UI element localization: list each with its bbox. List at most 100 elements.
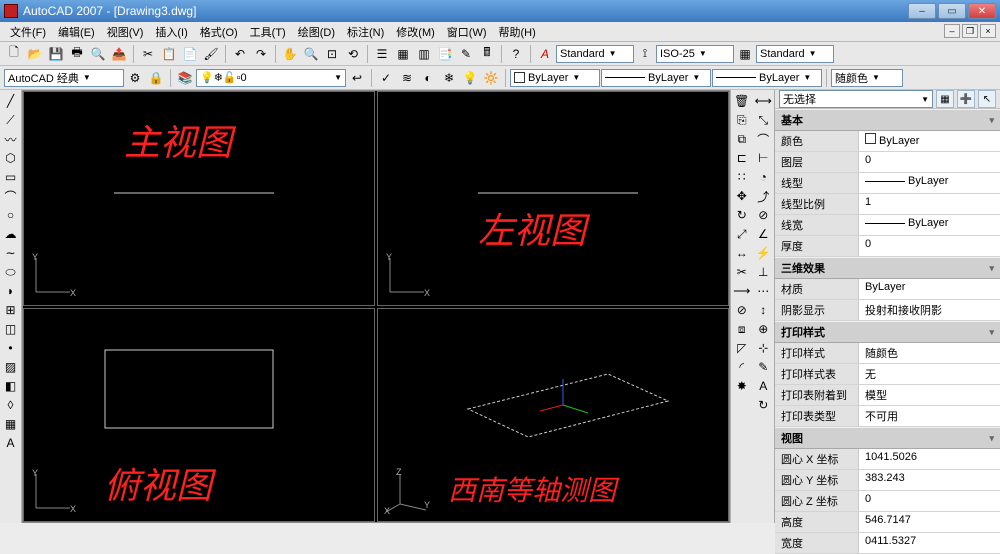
workspace-settings-icon[interactable]: ⚙ (125, 68, 145, 88)
undo-icon[interactable]: ↶ (230, 44, 250, 64)
doc-close-button[interactable]: × (980, 24, 996, 38)
close-button[interactable]: ✕ (968, 3, 996, 19)
menu-insert[interactable]: 插入(I) (149, 22, 193, 42)
save-icon[interactable]: 💾 (46, 44, 66, 64)
layeriso-icon[interactable]: ◐ (418, 68, 438, 88)
prop-linescale-value[interactable]: 1 (859, 194, 1000, 214)
layeron-icon[interactable]: 🔆 (481, 68, 501, 88)
section-basic[interactable]: 基本▾ (775, 109, 1000, 131)
makeblock-icon[interactable]: ◫ (2, 320, 20, 338)
copy-obj-icon[interactable]: ⎘ (733, 111, 751, 129)
prop-thickness-value[interactable]: 0 (859, 236, 1000, 256)
color-combo[interactable]: ByLayer▼ (510, 69, 600, 87)
prop-width-value[interactable]: 0411.5327 (859, 533, 1000, 553)
insert-icon[interactable]: ⊞ (2, 301, 20, 319)
cut-icon[interactable]: ✂ (138, 44, 158, 64)
help-icon[interactable]: ? (506, 44, 526, 64)
dimdia-icon[interactable]: ⊘ (754, 206, 772, 224)
section-3d[interactable]: 三维效果▾ (775, 257, 1000, 279)
menu-dimension[interactable]: 标注(N) (341, 22, 390, 42)
open-icon[interactable]: 📂 (25, 44, 45, 64)
dimrad-icon[interactable]: ◔ (754, 168, 772, 186)
plot-icon[interactable]: 🖶 (67, 44, 87, 64)
fillet-icon[interactable]: ◜ (733, 358, 751, 376)
menu-draw[interactable]: 绘图(D) (292, 22, 341, 42)
properties-icon[interactable]: ☰ (372, 44, 392, 64)
makecurrent-icon[interactable]: ✓ (376, 68, 396, 88)
ellipsearc-icon[interactable]: ◗ (2, 282, 20, 300)
section-view[interactable]: 视图▾ (775, 427, 1000, 449)
section-plot[interactable]: 打印样式▾ (775, 321, 1000, 343)
menu-tools[interactable]: 工具(T) (244, 22, 292, 42)
viewport-bottom-right[interactable]: 西南等轴测图 ZYX (377, 308, 729, 523)
dimjog-icon[interactable]: ⤴ (754, 187, 772, 205)
prop-layer-value[interactable]: 0 (859, 152, 1000, 172)
line-icon[interactable]: ╱ (2, 92, 20, 110)
layeroff-icon[interactable]: 💡 (460, 68, 480, 88)
prop-centerz-value[interactable]: 0 (859, 491, 1000, 511)
maximize-button[interactable]: ▭ (938, 3, 966, 19)
dimspace-icon[interactable]: ↕ (754, 301, 772, 319)
viewport-top-left[interactable]: 主视图 YX (23, 91, 375, 306)
mtext-icon[interactable]: A (2, 434, 20, 452)
textstyle-icon[interactable]: A (535, 44, 555, 64)
new-icon[interactable]: 🗋 (4, 44, 24, 64)
stretch-icon[interactable]: ↔ (733, 244, 751, 262)
point-icon[interactable]: • (2, 339, 20, 357)
dimstyle-icon[interactable]: ⟟ (635, 44, 655, 64)
tolerance-icon[interactable]: ⊕ (754, 320, 772, 338)
layer-prev-icon[interactable]: ↩ (347, 68, 367, 88)
zoom-icon[interactable]: 🔍 (301, 44, 321, 64)
menu-format[interactable]: 格式(O) (194, 22, 244, 42)
dimlinear-icon[interactable]: ⟷ (754, 92, 772, 110)
menu-help[interactable]: 帮助(H) (493, 22, 542, 42)
explode-icon[interactable]: ✸ (733, 377, 751, 395)
linetype-combo[interactable]: ByLayer▼ (601, 69, 711, 87)
menu-window[interactable]: 窗口(W) (441, 22, 493, 42)
layer-combo[interactable]: 💡❄🔓▫ 0▼ (196, 69, 346, 87)
prop-linetype-value[interactable]: ByLayer (859, 173, 1000, 193)
selection-combo[interactable]: 无选择▼ (779, 90, 933, 108)
prop-plottype-value[interactable]: 不可用 (859, 406, 1000, 426)
chamfer-icon[interactable]: ◸ (733, 339, 751, 357)
prop-shadow-value[interactable]: 投射和接收阴影 (859, 300, 1000, 320)
dimalign-icon[interactable]: ⤡ (754, 111, 772, 129)
polyline-icon[interactable]: 〰 (2, 130, 20, 148)
prop-centerx-value[interactable]: 1041.5026 (859, 449, 1000, 469)
dimbase-icon[interactable]: ⊥ (754, 263, 772, 281)
toolpal-icon[interactable]: ▥ (414, 44, 434, 64)
selectobj-icon[interactable]: ↖ (978, 90, 996, 108)
layerprops-icon[interactable]: 📚 (175, 68, 195, 88)
pan-icon[interactable]: ✋ (280, 44, 300, 64)
dimquick-icon[interactable]: ⚡ (754, 244, 772, 262)
array-icon[interactable]: ∷ (733, 168, 751, 186)
plotstyle-combo[interactable]: 随颜色▼ (831, 69, 903, 87)
doc-restore-button[interactable]: ❐ (962, 24, 978, 38)
preview-icon[interactable]: 🔍 (88, 44, 108, 64)
pickadd-icon[interactable]: ➕ (957, 90, 975, 108)
tablestyle-icon[interactable]: ▦ (735, 44, 755, 64)
redo-icon[interactable]: ↷ (251, 44, 271, 64)
join-icon[interactable]: ⧈ (733, 320, 751, 338)
rotate-icon[interactable]: ↻ (733, 206, 751, 224)
prop-material-value[interactable]: ByLayer (859, 279, 1000, 299)
menu-view[interactable]: 视图(V) (101, 22, 150, 42)
mirror-icon[interactable]: ⧉ (733, 130, 751, 148)
polygon-icon[interactable]: ⬡ (2, 149, 20, 167)
layerfreeze-icon[interactable]: ❄ (439, 68, 459, 88)
dimarc-icon[interactable]: ⌒ (754, 130, 772, 148)
minimize-button[interactable]: – (908, 3, 936, 19)
offset-icon[interactable]: ⊏ (733, 149, 751, 167)
viewport-top-right[interactable]: 左视图 YX (377, 91, 729, 306)
prop-plottable-value[interactable]: 无 (859, 364, 1000, 384)
matchprop-icon[interactable]: 🖌 (201, 44, 221, 64)
table-icon[interactable]: ▦ (2, 415, 20, 433)
paste-icon[interactable]: 📄 (180, 44, 200, 64)
quickselect-icon[interactable]: ▦ (936, 90, 954, 108)
dimord-icon[interactable]: ⊢ (754, 149, 772, 167)
workspace-save-icon[interactable]: 🔒 (146, 68, 166, 88)
workspace-combo[interactable]: AutoCAD 经典▼ (4, 69, 124, 87)
hatch-icon[interactable]: ▨ (2, 358, 20, 376)
trim-icon[interactable]: ✂ (733, 263, 751, 281)
revcloud-icon[interactable]: ☁ (2, 225, 20, 243)
